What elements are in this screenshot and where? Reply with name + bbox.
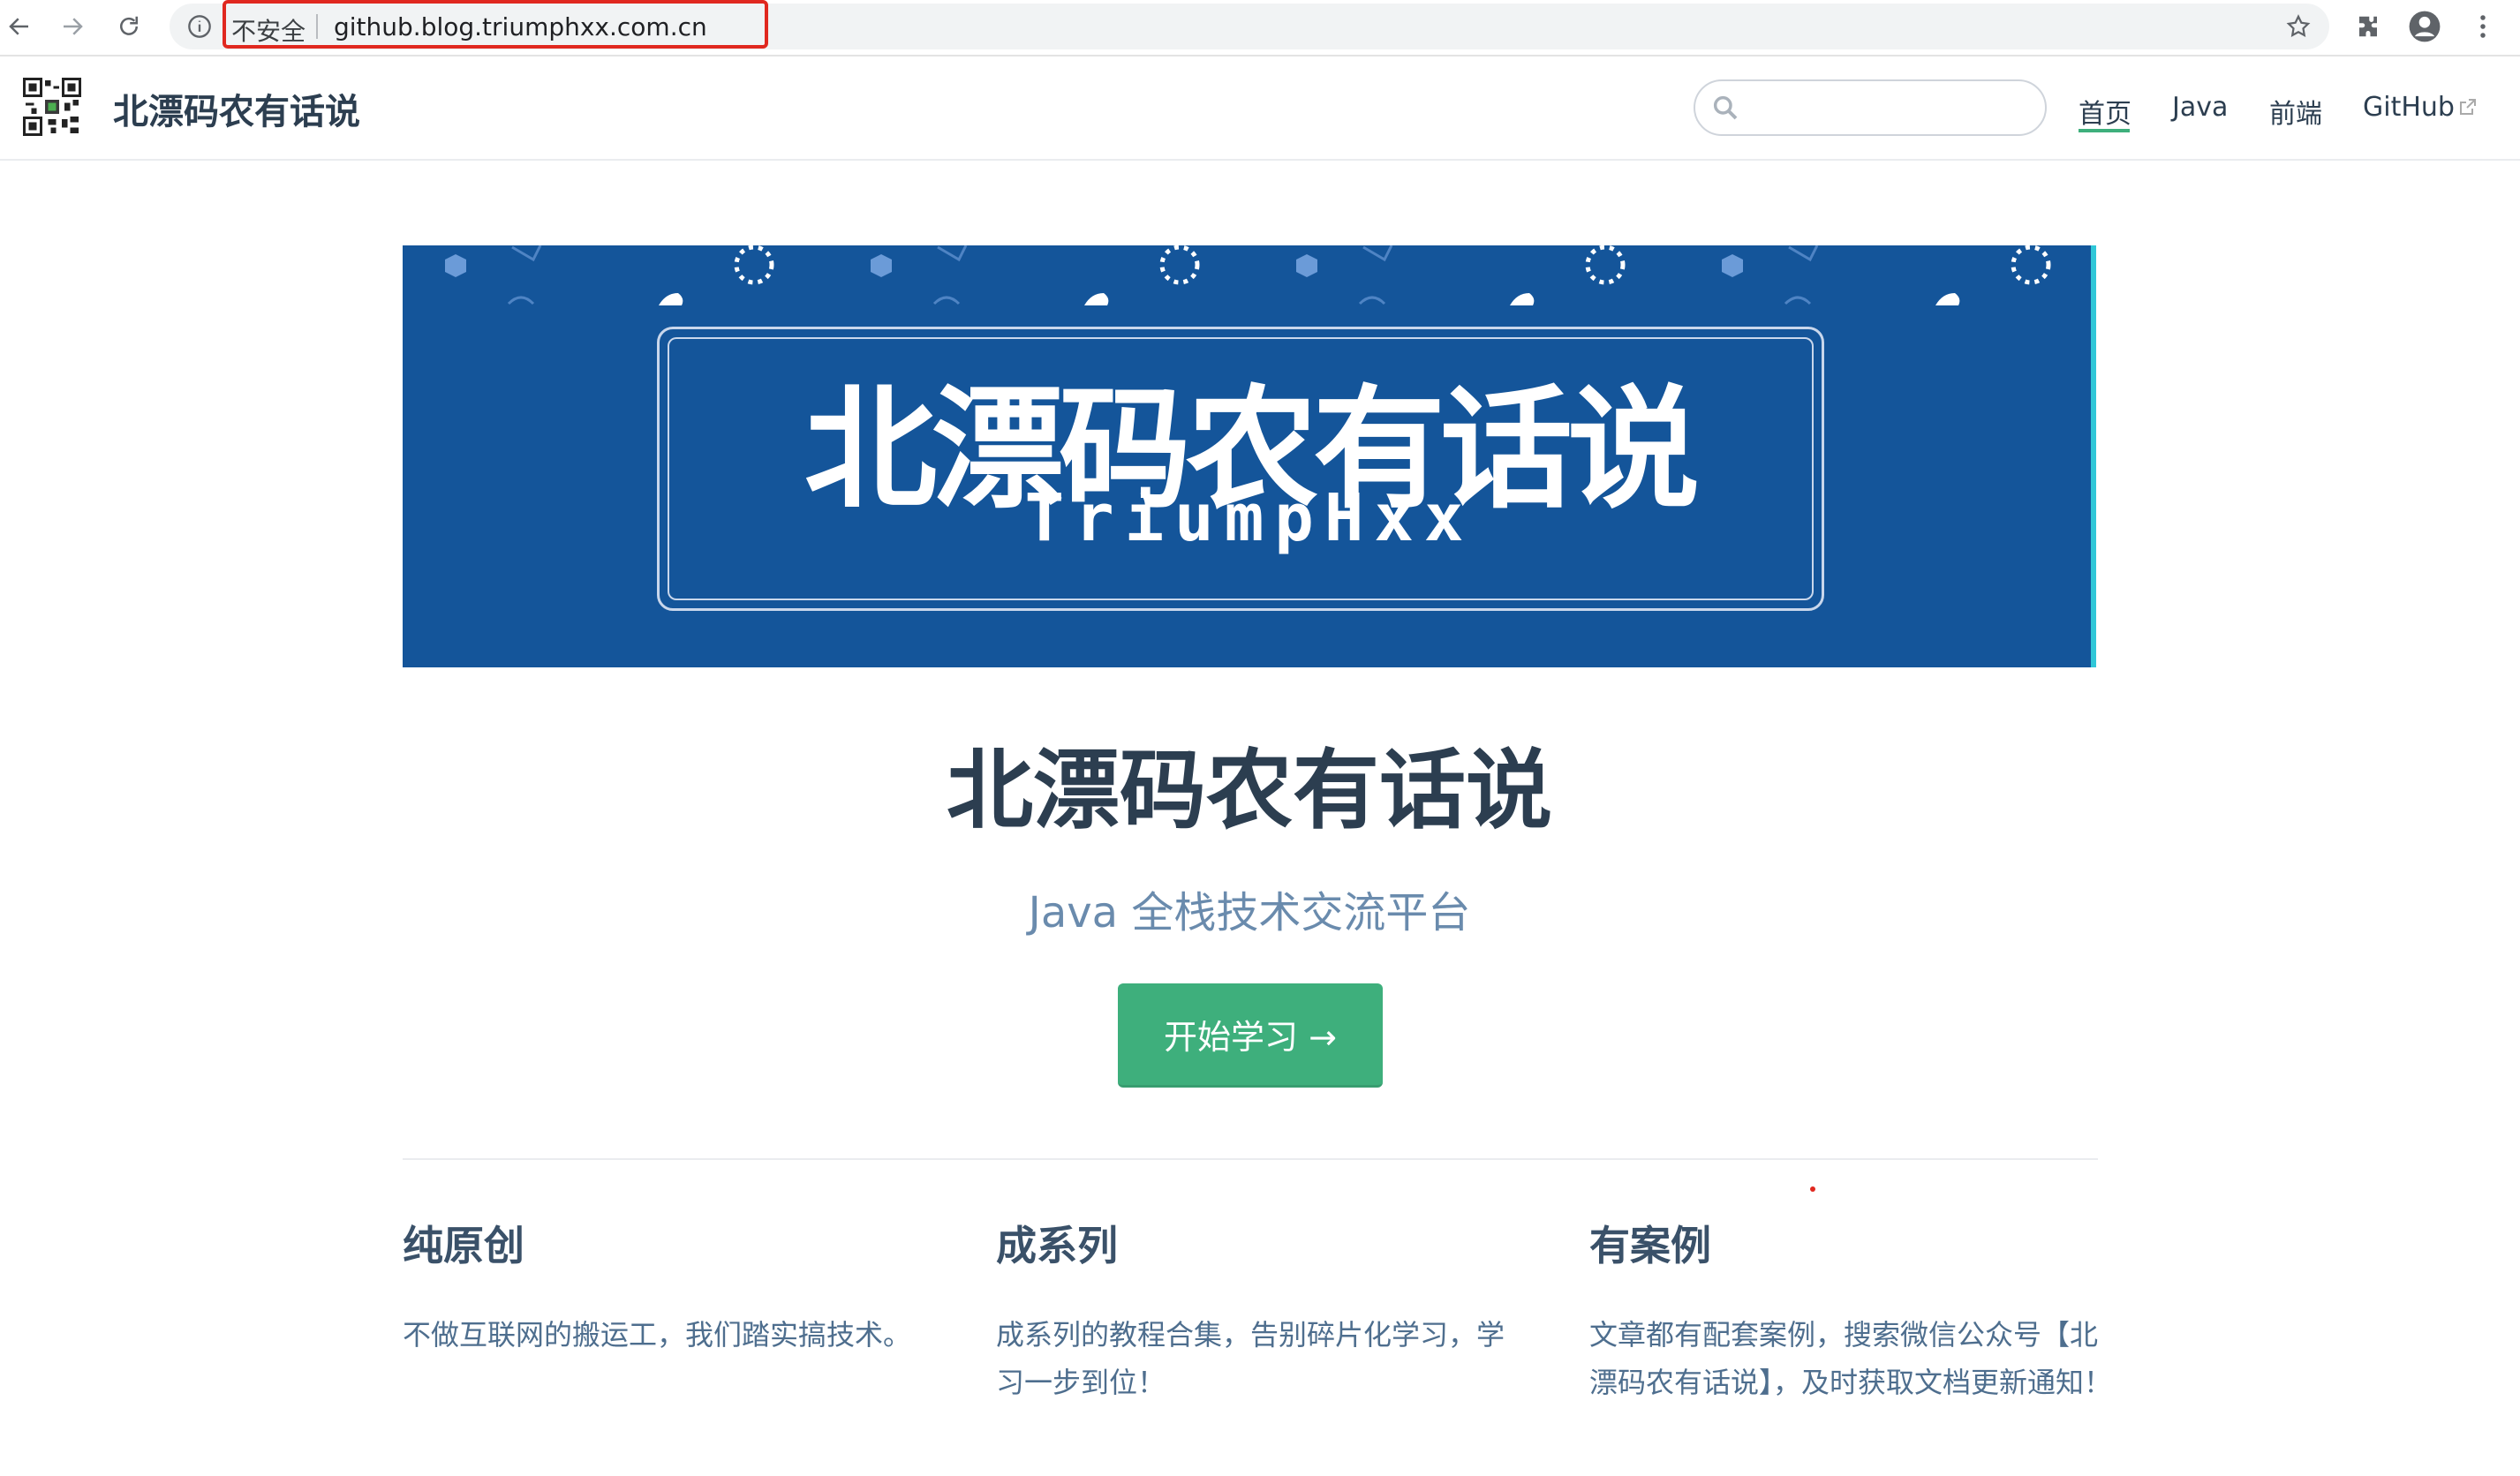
search-box[interactable] — [1694, 79, 2047, 136]
feature-series: 成系列 成系列的教程合集，告别碎片化学习，学习一步到位！ — [996, 1222, 1526, 1406]
info-icon[interactable] — [187, 14, 212, 42]
feature-details: 文章都有配套案例，搜索微信公众号【北漂码农有话说】，及时获取文档更新通知！ — [1589, 1318, 2113, 1400]
feature-title: 纯原创 — [403, 1222, 524, 1269]
external-link-icon — [2456, 97, 2478, 122]
extensions-icon[interactable] — [2349, 7, 2388, 46]
feature-title: 成系列 — [996, 1222, 1118, 1269]
feature-details: 成系列的教程合集，告别碎片化学习，学习一步到位！ — [996, 1318, 1505, 1400]
nav-link-frontend[interactable]: 前端 — [2269, 92, 2322, 131]
cursor-dot — [1810, 1186, 1815, 1192]
nav-active-indicator — [2079, 129, 2130, 132]
search-input[interactable] — [1750, 90, 2036, 127]
search-icon — [1711, 94, 1739, 125]
nav-link-java[interactable]: Java — [2172, 92, 2228, 123]
profile-icon[interactable] — [2405, 7, 2444, 46]
menu-icon[interactable] — [2463, 7, 2502, 46]
browser-toolbar: 不安全 github.blog.triumphxx.com.cn — [0, 0, 2520, 56]
nav-link-github[interactable]: GitHub — [2363, 92, 2455, 123]
section-divider — [403, 1158, 2098, 1160]
hero-title: 北漂码农有话说 — [946, 741, 1552, 841]
feature-details: 不做互联网的搬运工，我们踏实搞技术。 — [403, 1318, 912, 1352]
site-title[interactable]: 北漂码农有话说 — [113, 83, 360, 134]
banner-subtitle: TriumpHxx — [1024, 480, 1475, 556]
site-navbar: 北漂码农有话说 首页 Java 前端 GitHub — [0, 56, 2520, 161]
reload-icon[interactable] — [109, 7, 148, 46]
back-arrow-icon[interactable] — [0, 7, 39, 46]
star-icon[interactable] — [2285, 13, 2312, 43]
start-learning-button[interactable]: 开始学习 → — [1118, 983, 1383, 1088]
hero-banner-image: 北漂码农有话说 TriumpHxx — [403, 245, 2096, 667]
qr-code-logo-icon[interactable] — [23, 78, 81, 139]
url-highlight-box — [223, 0, 768, 49]
feature-original: 纯原创 不做互联网的搬运工，我们踏实搞技术。 — [403, 1222, 932, 1359]
feature-cases: 有案例 文章都有配套案例，搜索微信公众号【北漂码农有话说】，及时获取文档更新通知… — [1589, 1222, 2119, 1406]
banner-edge — [2091, 245, 2096, 667]
hero-description: Java 全栈技术交流平台 — [1028, 888, 1471, 938]
forward-arrow-icon[interactable] — [53, 7, 92, 46]
feature-title: 有案例 — [1589, 1222, 1711, 1269]
nav-link-home[interactable]: 首页 — [2079, 92, 2131, 131]
